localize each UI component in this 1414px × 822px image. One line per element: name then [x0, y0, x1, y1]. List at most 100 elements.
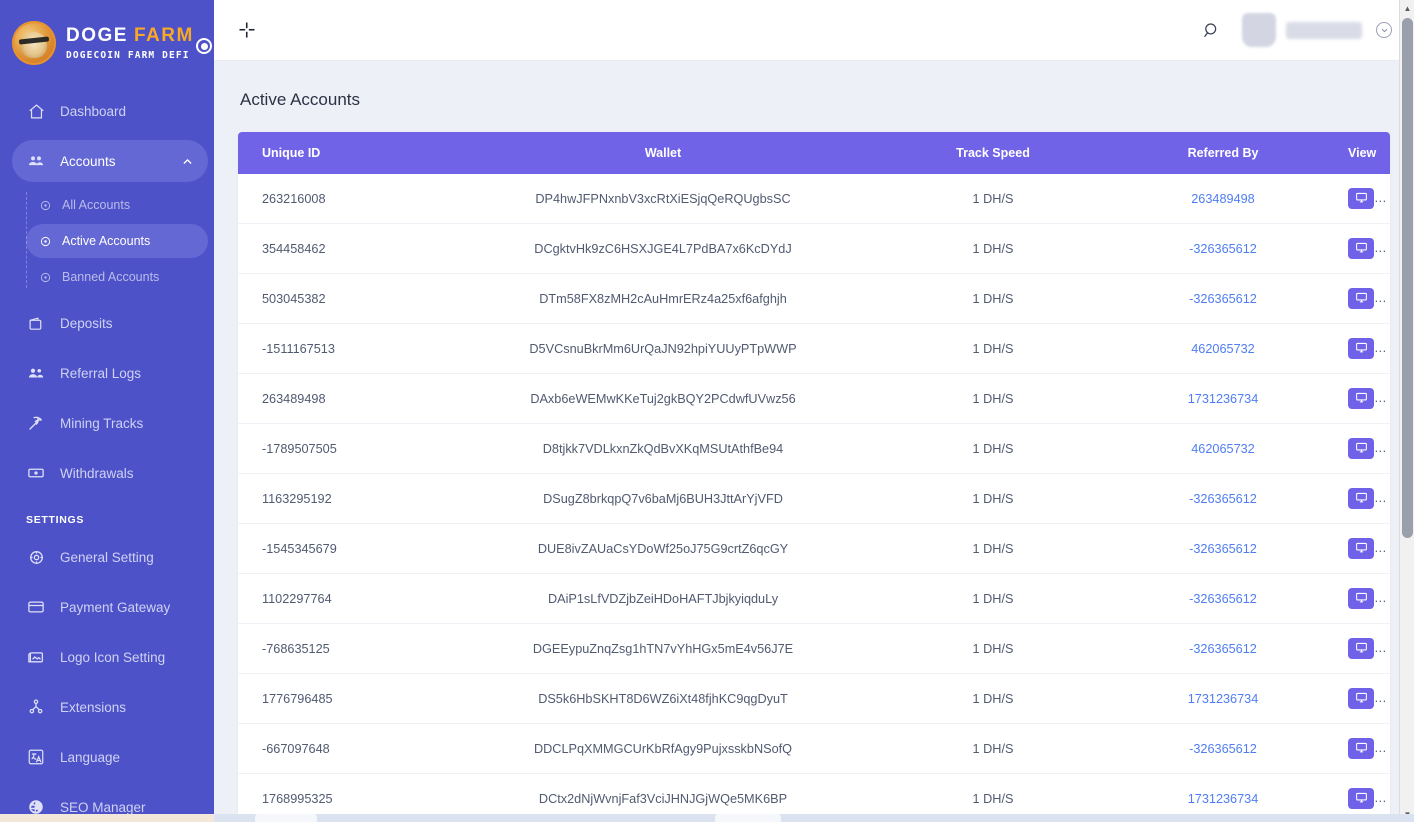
sidebar-item-accounts[interactable]: Accounts: [12, 140, 208, 182]
monitor-icon: [1355, 691, 1368, 707]
view-button[interactable]: [1348, 588, 1374, 609]
referred-by-link[interactable]: -326365612: [1189, 292, 1257, 306]
cell-unique-id: 354458462: [238, 223, 448, 274]
sidebar-item-active-accounts[interactable]: Active Accounts: [26, 224, 208, 258]
cell-wallet: DSugZ8brkqpQ7v6baMj6BUH3JttArYjVFD: [448, 473, 878, 524]
cell-view: [1338, 623, 1390, 674]
page-title: Active Accounts: [240, 90, 361, 109]
referred-by-link[interactable]: 462065732: [1191, 442, 1255, 456]
cell-view: [1338, 523, 1390, 574]
scrollbar-thumb[interactable]: [1402, 18, 1413, 538]
brand-subtitle: DOGECOIN FARM DEFI: [66, 49, 190, 61]
referred-by-link[interactable]: 1731236734: [1188, 792, 1259, 806]
view-button[interactable]: [1348, 238, 1374, 259]
referred-by-link[interactable]: -326365612: [1189, 742, 1257, 756]
main-area: Active Accounts Unique ID Wallet Track S…: [214, 0, 1414, 822]
sidebar-item-mining-tracks[interactable]: Mining Tracks: [12, 402, 208, 444]
sidebar-item-payment-gateway[interactable]: Payment Gateway: [12, 586, 208, 628]
sidebar-item-dashboard[interactable]: Dashboard: [12, 90, 208, 132]
monitor-icon: [1355, 391, 1368, 407]
sidebar-item-label: Payment Gateway: [60, 599, 171, 615]
referred-by-link[interactable]: -326365612: [1189, 242, 1257, 256]
sidebar-item-extensions[interactable]: Extensions: [12, 686, 208, 728]
cell-track-speed: 1 DH/S: [878, 373, 1108, 424]
sidebar-item-general-setting[interactable]: General Setting: [12, 536, 208, 578]
referred-by-link[interactable]: 1731236734: [1188, 392, 1259, 406]
sidebar-item-label: Accounts: [60, 153, 116, 169]
view-button[interactable]: [1348, 738, 1374, 759]
sidebar-item-label: General Setting: [60, 549, 154, 565]
topbar-right: [1198, 13, 1392, 47]
monitor-icon: [1355, 491, 1368, 507]
sidebar-item-language[interactable]: Language: [12, 736, 208, 778]
view-button[interactable]: [1348, 338, 1374, 359]
sidebar-section-settings: SETTINGS: [26, 514, 85, 526]
table-head: Unique ID Wallet Track Speed Referred By…: [238, 132, 1390, 174]
view-button[interactable]: [1348, 288, 1374, 309]
cell-referred-by: -326365612: [1108, 523, 1338, 574]
cell-unique-id: -1789507505: [238, 423, 448, 474]
monitor-icon: [1355, 541, 1368, 557]
column-header-wallet[interactable]: Wallet: [448, 132, 878, 174]
page-scrollbar[interactable]: ▲ ▼: [1399, 0, 1414, 822]
column-header-unique-id[interactable]: Unique ID: [238, 132, 448, 174]
cell-unique-id: -768635125: [238, 623, 448, 674]
referred-by-link[interactable]: -326365612: [1189, 642, 1257, 656]
compress-arrows-icon[interactable]: [232, 15, 262, 45]
cell-track-speed: 1 DH/S: [878, 573, 1108, 624]
cell-wallet: DTm58FX8zMH2cAuHmrERz4a25xf6afghjh: [448, 273, 878, 324]
table-row: -768635125 DGEEypuZnqZsg1hTN7vYhHGx5mE4v5…: [238, 623, 1390, 674]
scroll-up-arrow-icon[interactable]: ▲: [1400, 0, 1414, 16]
sidebar-item-referral-logs[interactable]: Referral Logs: [12, 352, 208, 394]
table-row: 354458462 DCgktvHk9zC6HSXJGE4L7PdBA7x6KcD…: [238, 223, 1390, 274]
monitor-icon: [1355, 741, 1368, 757]
users-group-icon: [26, 151, 46, 171]
view-button[interactable]: [1348, 438, 1374, 459]
referred-by-link[interactable]: 462065732: [1191, 342, 1255, 356]
search-icon[interactable]: [1198, 17, 1224, 43]
radio-dot-icon[interactable]: [196, 38, 212, 54]
view-button[interactable]: [1348, 638, 1374, 659]
view-button[interactable]: [1348, 388, 1374, 409]
cell-track-speed: 1 DH/S: [878, 174, 1108, 224]
sidebar-item-logo-icon-setting[interactable]: Logo Icon Setting: [12, 636, 208, 678]
referred-by-link[interactable]: 263489498: [1191, 192, 1255, 206]
view-button[interactable]: [1348, 538, 1374, 559]
credit-card-icon: [26, 597, 46, 617]
people-icon: [26, 363, 46, 383]
view-button[interactable]: [1348, 188, 1374, 209]
chevron-down-circle-icon[interactable]: [1376, 22, 1392, 38]
referred-by-link[interactable]: -326365612: [1189, 492, 1257, 506]
cell-view: [1338, 273, 1390, 324]
cell-referred-by: -326365612: [1108, 223, 1338, 274]
view-button[interactable]: [1348, 788, 1374, 809]
referred-by-link[interactable]: 1731236734: [1188, 692, 1259, 706]
view-button[interactable]: [1348, 488, 1374, 509]
brand-title: DOGE FARM: [66, 26, 194, 45]
brand-header[interactable]: DOGE FARM DOGECOIN FARM DEFI: [0, 0, 214, 84]
table-row: -667097648 DDCLPqXMMGCUrKbRfAgy9PujxsskbN…: [238, 723, 1390, 774]
monitor-icon: [1355, 591, 1368, 607]
pickaxe-icon: [26, 413, 46, 433]
sidebar-item-all-accounts[interactable]: All Accounts: [26, 188, 208, 222]
column-header-track-speed[interactable]: Track Speed: [878, 132, 1108, 174]
gear-icon: [26, 547, 46, 567]
referred-by-link[interactable]: -326365612: [1189, 592, 1257, 606]
cell-referred-by: -326365612: [1108, 573, 1338, 624]
sidebar-subitem-label: Active Accounts: [62, 234, 151, 248]
cell-referred-by: -326365612: [1108, 623, 1338, 674]
cell-track-speed: 1 DH/S: [878, 423, 1108, 474]
referred-by-link[interactable]: -326365612: [1189, 542, 1257, 556]
accounts-table: Unique ID Wallet Track Speed Referred By…: [238, 132, 1390, 822]
sidebar-scroll-area[interactable]: DOGE FARM DOGECOIN FARM DEFI Dashboard A…: [0, 0, 214, 822]
sidebar-item-withdrawals[interactable]: Withdrawals: [12, 452, 208, 494]
column-header-referred-by[interactable]: Referred By: [1108, 132, 1338, 174]
cell-view: [1338, 373, 1390, 424]
column-header-view[interactable]: View: [1338, 132, 1390, 174]
user-menu[interactable]: [1242, 13, 1392, 47]
chevron-up-icon[interactable]: [181, 155, 194, 168]
sidebar-item-banned-accounts[interactable]: Banned Accounts: [26, 260, 208, 294]
sidebar-item-deposits[interactable]: Deposits: [12, 302, 208, 344]
page-content: Active Accounts Unique ID Wallet Track S…: [214, 61, 1414, 822]
view-button[interactable]: [1348, 688, 1374, 709]
